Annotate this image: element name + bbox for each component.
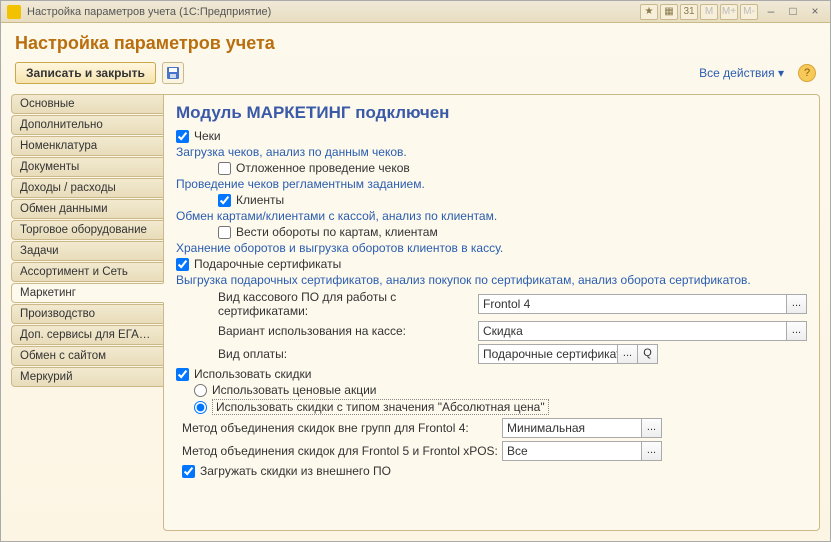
titlebar: Настройка параметров учета (1С:Предприят… — [1, 1, 830, 23]
load-ext-label: Загружать скидки из внешнего ПО — [200, 464, 391, 478]
tb-mminus-icon[interactable]: M- — [740, 4, 758, 20]
merge2-select-button[interactable]: ... — [642, 441, 662, 461]
klienty-checkbox[interactable] — [218, 194, 231, 207]
tab-torgovoe[interactable]: Торговое оборудование — [11, 220, 163, 240]
cert-usage-label: Вариант использования на кассе: — [218, 324, 478, 338]
tab-obmen-saytom[interactable]: Обмен с сайтом — [11, 346, 163, 366]
header: Настройка параметров учета Записать и за… — [1, 23, 830, 90]
cert-sw-input[interactable]: Frontol 4 — [478, 294, 787, 314]
radio-price[interactable] — [194, 384, 207, 397]
maximize-button[interactable]: □ — [784, 4, 802, 20]
tb-calendar-icon[interactable]: 31 — [680, 4, 698, 20]
merge2-label: Метод объединения скидок для Frontol 5 и… — [182, 444, 502, 458]
gift-desc-link[interactable]: Выгрузка подарочных сертификатов, анализ… — [176, 273, 807, 287]
radio-abs-label: Использовать скидки с типом значения "Аб… — [212, 399, 549, 415]
klienty-row: Клиенты — [218, 193, 807, 207]
pay-type-clear-button[interactable]: Q — [638, 344, 658, 364]
merge1-row: Метод объединения скидок вне групп для F… — [182, 418, 807, 438]
merge2-row: Метод объединения скидок для Frontol 5 и… — [182, 441, 807, 461]
load-ext-row: Загружать скидки из внешнего ПО — [182, 464, 807, 478]
save-and-close-button[interactable]: Записать и закрыть — [15, 62, 156, 84]
tab-osnovnye[interactable]: Основные — [11, 94, 163, 114]
gift-checkbox[interactable] — [176, 258, 189, 271]
cert-usage-row: Вариант использования на кассе: Скидка .… — [218, 321, 807, 341]
content-panel: Модуль МАРКЕТИНГ подключен Чеки Загрузка… — [163, 94, 820, 531]
close-button[interactable]: × — [806, 4, 824, 20]
save-icon[interactable] — [162, 62, 184, 84]
use-discounts-label: Использовать скидки — [194, 367, 311, 381]
cheki-desc-link[interactable]: Загрузка чеков, анализ по данным чеков. — [176, 145, 807, 159]
tab-dopolnitelno[interactable]: Дополнительно — [11, 115, 163, 135]
radio-abs-row: Использовать скидки с типом значения "Аб… — [194, 399, 807, 415]
deferred-label: Отложенное проведение чеков — [236, 161, 410, 175]
oboroty-label: Вести обороты по картам, клиентам — [236, 225, 438, 239]
tb-m-icon[interactable]: M — [700, 4, 718, 20]
cert-usage-select-button[interactable]: ... — [787, 321, 807, 341]
deferred-link[interactable]: Проведение чеков регламентным заданием. — [176, 177, 807, 191]
use-discounts-row: Использовать скидки — [176, 367, 807, 381]
help-icon[interactable]: ? — [798, 64, 816, 82]
tab-dokumenty[interactable]: Документы — [11, 157, 163, 177]
radio-group: Использовать ценовые акции Использовать … — [194, 383, 807, 415]
tabs: Основные Дополнительно Номенклатура Доку… — [11, 94, 163, 531]
tab-assortiment[interactable]: Ассортимент и Сеть — [11, 262, 163, 282]
klienty-link[interactable]: Обмен картами/клиентами с кассой, анализ… — [176, 209, 807, 223]
pay-type-row: Вид оплаты: Подарочные сертификать ... Q — [218, 344, 807, 364]
cert-usage-input[interactable]: Скидка — [478, 321, 787, 341]
window: Настройка параметров учета (1С:Предприят… — [0, 0, 831, 542]
radio-price-row: Использовать ценовые акции — [194, 383, 807, 397]
page-title: Настройка параметров учета — [15, 33, 816, 54]
tb-mplus-icon[interactable]: M+ — [720, 4, 738, 20]
merge2-input[interactable]: Все — [502, 441, 642, 461]
cheki-label: Чеки — [194, 129, 221, 143]
cheki-checkbox[interactable] — [176, 130, 189, 143]
tab-zadachi[interactable]: Задачи — [11, 241, 163, 261]
gift-label: Подарочные сертификаты — [194, 257, 341, 271]
klienty-label: Клиенты — [236, 193, 284, 207]
all-actions-dropdown[interactable]: Все действия ▾ — [699, 66, 784, 80]
tab-nomenklatura[interactable]: Номенклатура — [11, 136, 163, 156]
cert-sw-row: Вид кассового ПО для работы с сертификат… — [218, 290, 807, 318]
cert-sw-select-button[interactable]: ... — [787, 294, 807, 314]
deferred-row: Отложенное проведение чеков — [218, 161, 807, 175]
app-icon — [7, 5, 21, 19]
tab-dohody[interactable]: Доходы / расходы — [11, 178, 163, 198]
minimize-button[interactable]: – — [762, 4, 780, 20]
merge1-input[interactable]: Минимальная — [502, 418, 642, 438]
deferred-checkbox[interactable] — [218, 162, 231, 175]
pay-type-input[interactable]: Подарочные сертификать — [478, 344, 618, 364]
gift-row: Подарочные сертификаты — [176, 257, 807, 271]
oboroty-link[interactable]: Хранение оборотов и выгрузка оборотов кл… — [176, 241, 807, 255]
tab-proizvodstvo[interactable]: Производство — [11, 304, 163, 324]
merge1-select-button[interactable]: ... — [642, 418, 662, 438]
radio-abs[interactable] — [194, 401, 207, 414]
pay-type-select-button[interactable]: ... — [618, 344, 638, 364]
toolbar: Записать и закрыть Все действия ▾ ? — [15, 62, 816, 84]
tab-merkuriy[interactable]: Меркурий — [11, 367, 163, 387]
tab-marketing[interactable]: Маркетинг — [11, 283, 164, 303]
body: Основные Дополнительно Номенклатура Доку… — [1, 90, 830, 541]
tb-star-icon[interactable]: ★ — [640, 4, 658, 20]
cert-sw-label: Вид кассового ПО для работы с сертификат… — [218, 290, 478, 318]
radio-price-label: Использовать ценовые акции — [212, 383, 376, 397]
module-heading: Модуль МАРКЕТИНГ подключен — [176, 103, 807, 123]
use-discounts-checkbox[interactable] — [176, 368, 189, 381]
merge1-label: Метод объединения скидок вне групп для F… — [182, 421, 502, 435]
oboroty-checkbox[interactable] — [218, 226, 231, 239]
oboroty-row: Вести обороты по картам, клиентам — [218, 225, 807, 239]
tab-egais[interactable]: Доп. сервисы для ЕГАИС — [11, 325, 163, 345]
tb-calc-icon[interactable]: ▦ — [660, 4, 678, 20]
tab-obmen-dannymi[interactable]: Обмен данными — [11, 199, 163, 219]
pay-type-label: Вид оплаты: — [218, 347, 478, 361]
window-title: Настройка параметров учета (1С:Предприят… — [27, 6, 271, 18]
load-ext-checkbox[interactable] — [182, 465, 195, 478]
cheki-row: Чеки — [176, 129, 807, 143]
